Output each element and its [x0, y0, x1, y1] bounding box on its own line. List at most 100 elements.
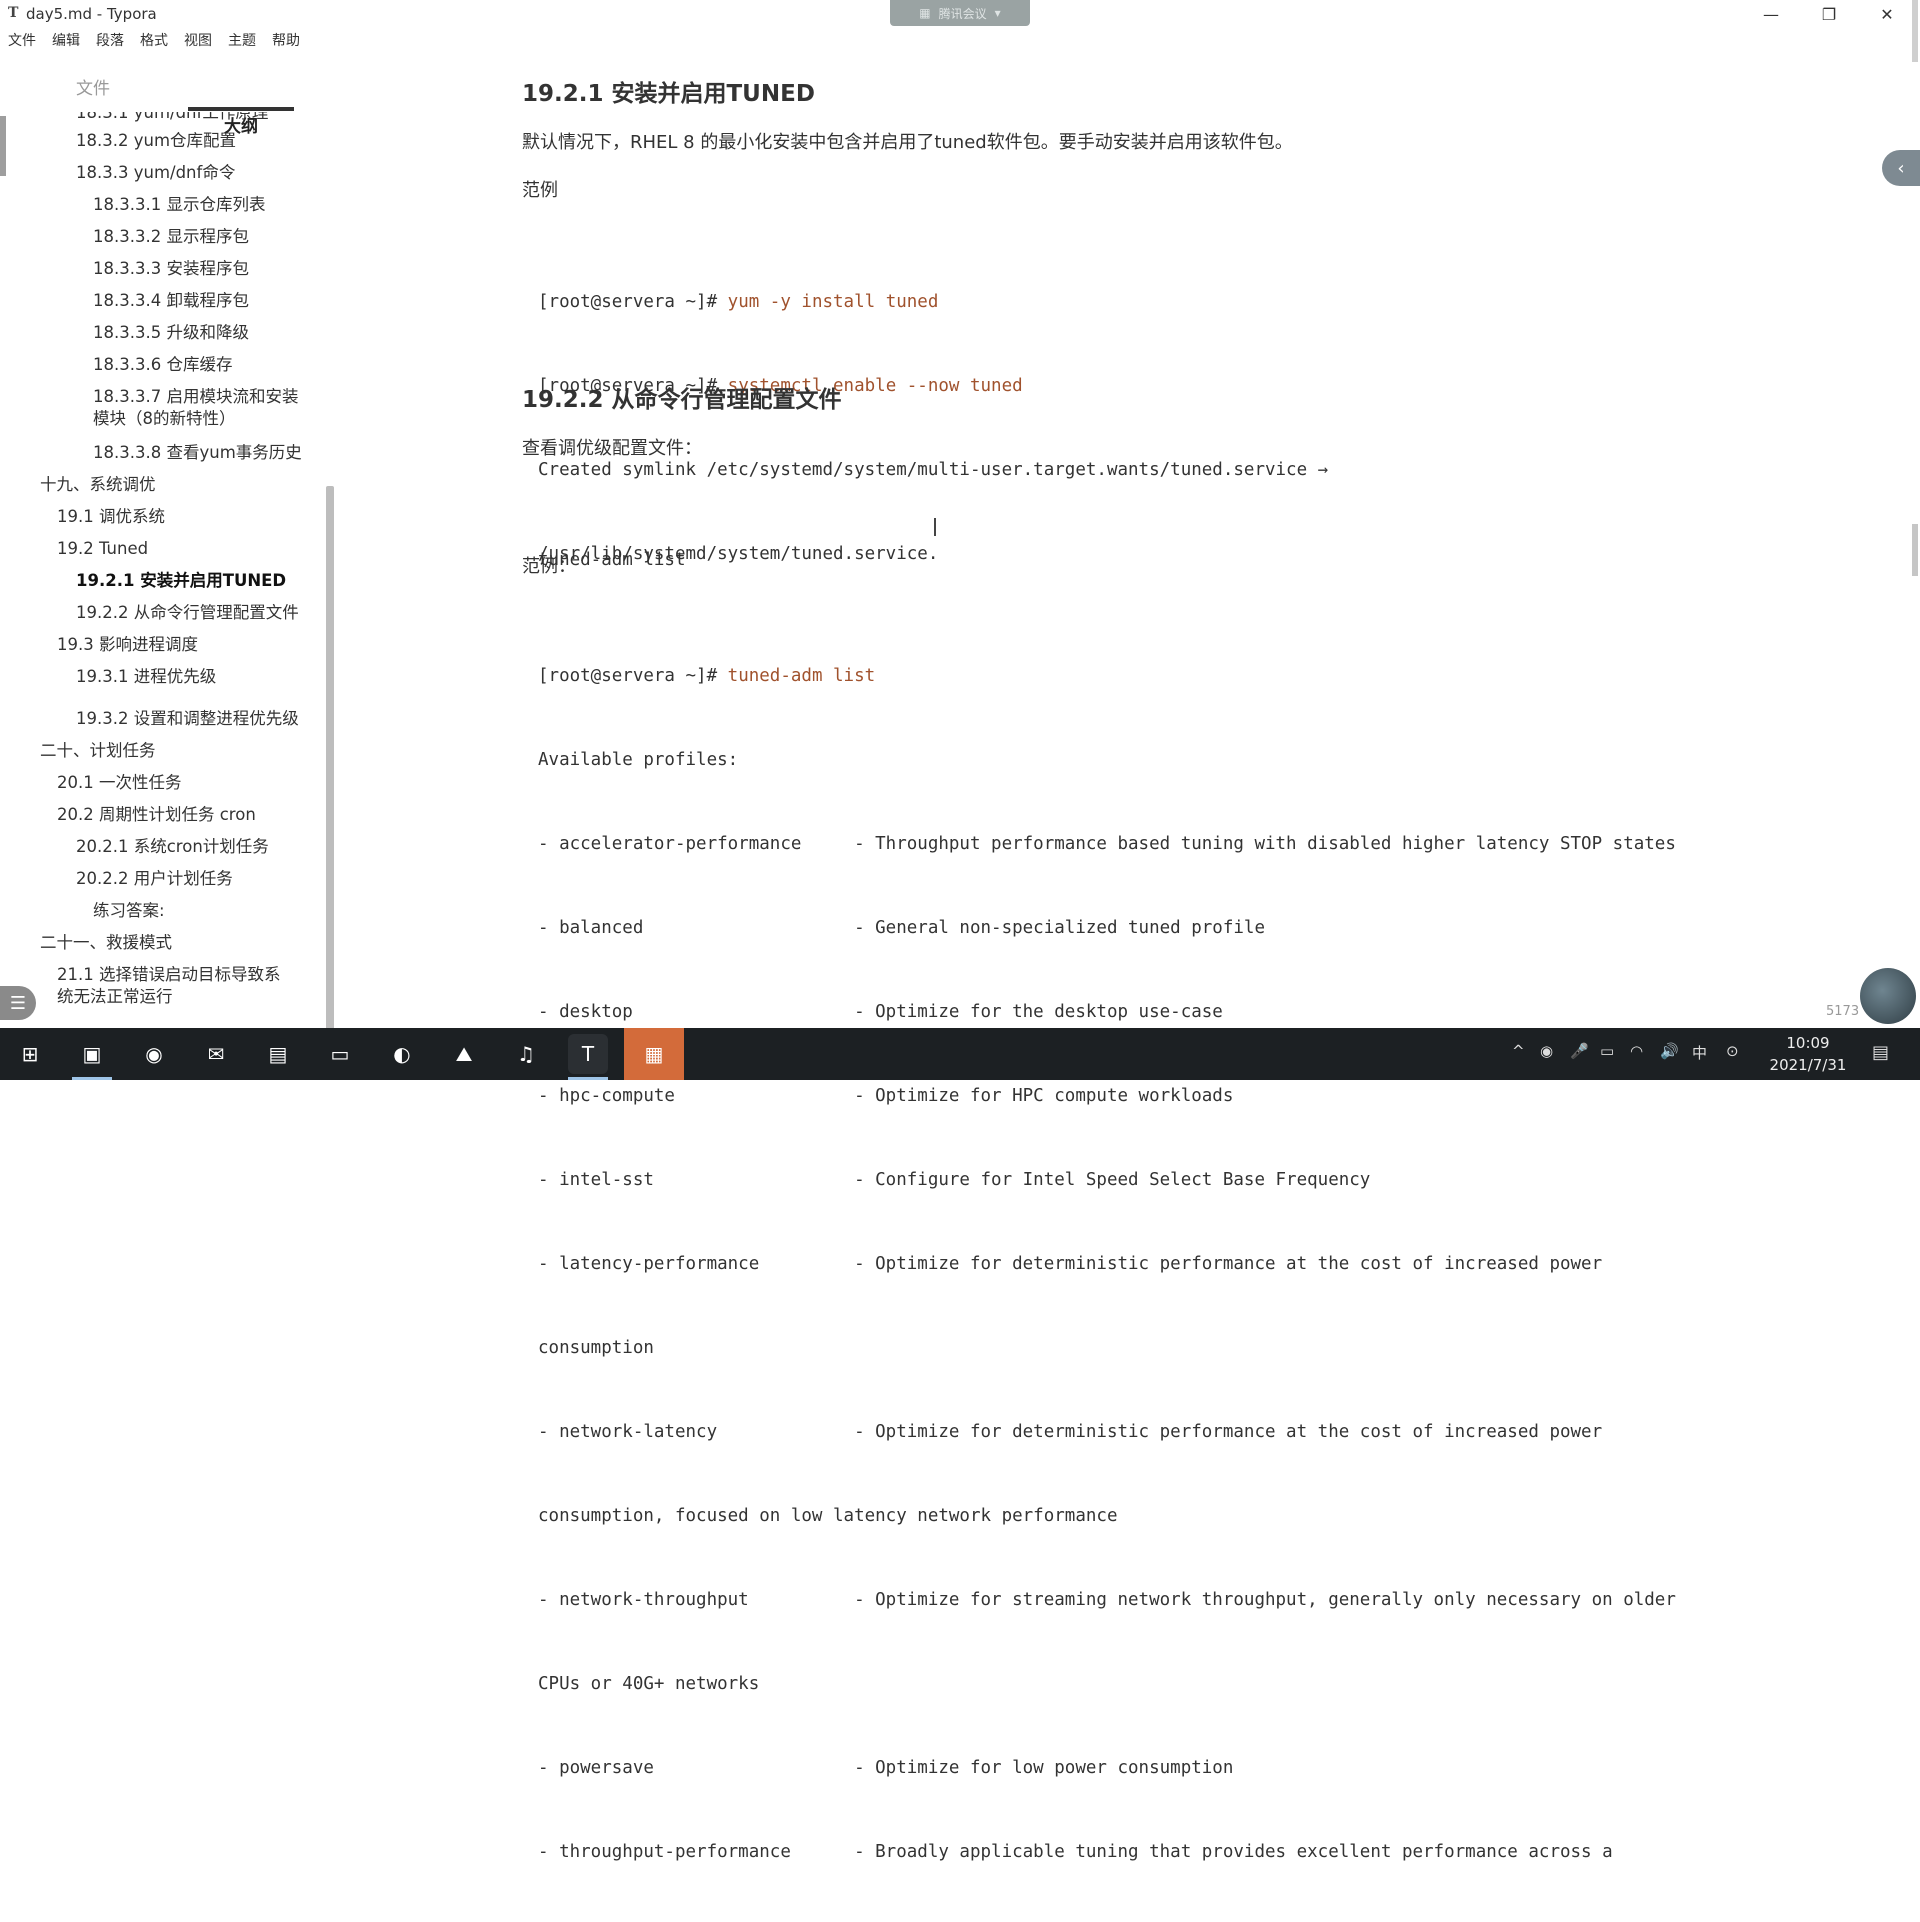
ime-indicator[interactable]: 中: [1692, 1042, 1707, 1063]
outline-item[interactable]: 21.1 选择错误启动目标导致系: [57, 964, 280, 986]
photos-icon[interactable]: ⛰: [444, 1034, 484, 1074]
outline-item-continued[interactable]: 模块（8的新特性）: [93, 408, 236, 430]
search-app-icon[interactable]: ⊙: [1726, 1042, 1739, 1060]
code-line: - balanced - General non-specialized tun…: [538, 918, 1265, 938]
code-line: - throughput-performance - Broadly appli…: [538, 1842, 1613, 1862]
paragraph-intro: 默认情况下，RHEL 8 的最小化安装中包含并启用了tuned软件包。要手动安装…: [522, 132, 1293, 153]
outline-item[interactable]: 18.3.3.4 卸载程序包: [93, 290, 249, 312]
outline-item[interactable]: 练习答案:: [93, 900, 165, 922]
editor-scrollbar-top[interactable]: [1912, 0, 1918, 62]
code-line: - latency-performance - Optimize for det…: [538, 1254, 1603, 1274]
menu-bar: 文件 编辑 段落 格式 视图 主题 帮助: [0, 30, 308, 52]
virtualbox-icon[interactable]: ▤: [258, 1034, 298, 1074]
chevron-left-icon[interactable]: ‹: [1882, 150, 1920, 186]
paragraph-view-profiles: 查看调优级配置文件：: [522, 438, 702, 459]
code-line: Created symlink /etc/systemd/system/mult…: [538, 460, 1329, 480]
taskbar: ⊞ ▣ ◉ ✉ ▤ ▭ ◐ ⛰ ♫ T ▦ ^ ◉ 🎤 ▭ ◠ 🔊 中 ⊙ 10…: [0, 1028, 1920, 1080]
tab-outline-indicator: [188, 107, 294, 111]
avatar: [1860, 968, 1916, 1024]
clock-date: 2021/7/31: [1769, 1056, 1847, 1074]
code-line: - hpc-compute - Optimize for HPC compute…: [538, 1086, 1234, 1106]
wechat-icon[interactable]: ✉: [196, 1034, 236, 1074]
minimize-icon: —: [1763, 4, 1779, 24]
outline-item[interactable]: 19.3 影响进程调度: [57, 634, 198, 656]
xshell-icon[interactable]: ◐: [382, 1034, 422, 1074]
volume-icon[interactable]: 🔊: [1660, 1042, 1679, 1060]
code-line: consumption: [538, 1338, 654, 1358]
outline-item[interactable]: 二十、计划任务: [40, 740, 156, 762]
outline-toggle-icon[interactable]: ☰: [0, 986, 36, 1020]
outline-item[interactable]: 19.2 Tuned: [57, 538, 148, 560]
code-block-profiles[interactable]: [root@servera ~]# tuned-adm list Availab…: [538, 606, 1676, 1922]
outline-item[interactable]: 19.1 调优系统: [57, 506, 165, 528]
menu-help[interactable]: 帮助: [264, 30, 308, 52]
outline-item[interactable]: 18.3.3.7 启用模块流和安装: [93, 386, 298, 408]
browser-icon[interactable]: ◉: [134, 1034, 174, 1074]
outline-list: 18.3.1 yum/dnf工作原理 18.3.2 yum仓库配置 18.3.3…: [0, 112, 318, 1028]
outline-item[interactable]: 19.2.2 从命令行管理配置文件: [76, 602, 299, 624]
outline-item[interactable]: 18.3.3.3 安装程序包: [93, 258, 249, 280]
windows-start-icon[interactable]: ⊞: [10, 1034, 50, 1074]
menu-view[interactable]: 视图: [176, 30, 220, 52]
meeting-pill[interactable]: ▦ 腾讯会议 ▾: [890, 0, 1030, 26]
outline-item[interactable]: 18.3.3.5 升级和降级: [93, 322, 249, 344]
window-title: day5.md - Typora: [26, 5, 157, 23]
paragraph-example-label: 范例: [522, 180, 558, 201]
outline-item[interactable]: 19.3.1 进程优先级: [76, 666, 216, 688]
typora-icon: T: [8, 5, 19, 21]
wifi-icon[interactable]: ◠: [1630, 1042, 1643, 1060]
code-line: - accelerator-performance - Throughput p…: [538, 834, 1676, 854]
outline-item[interactable]: 20.2.2 用户计划任务: [76, 868, 233, 890]
photo-app-icon[interactable]: ▣: [72, 1034, 112, 1074]
code-line: - intel-sst - Configure for Intel Speed …: [538, 1170, 1371, 1190]
tray-chevron-icon[interactable]: ^: [1512, 1042, 1525, 1060]
outline-item[interactable]: 20.2.1 系统cron计划任务: [76, 836, 269, 858]
editor-scrollbar-thumb[interactable]: [1912, 524, 1918, 576]
notification-icon[interactable]: ▤: [1872, 1042, 1889, 1063]
word-count[interactable]: 5173: [1826, 1004, 1859, 1019]
outline-item[interactable]: 18.3.1 yum/dnf工作原理: [76, 112, 268, 124]
restore-button[interactable]: ❐: [1800, 0, 1858, 28]
outline-item[interactable]: 二十一、救援模式: [40, 932, 172, 954]
editor[interactable]: 19.2.1 安装并启用TUNED 默认情况下，RHEL 8 的最小化安装中包含…: [338, 56, 1920, 1862]
outline-item[interactable]: 20.1 一次性任务: [57, 772, 181, 794]
close-button[interactable]: ✕: [1858, 0, 1916, 28]
menu-paragraph[interactable]: 段落: [88, 30, 132, 52]
code-line: - network-latency - Optimize for determi…: [538, 1422, 1603, 1442]
outline-item[interactable]: 18.3.2 yum仓库配置: [76, 130, 236, 152]
outline-item[interactable]: 18.3.3 yum/dnf命令: [76, 162, 235, 184]
taskbar-clock[interactable]: 10:09 2021/7/31: [1760, 1032, 1856, 1076]
code-line: [root@servera ~]# yum -y install tuned: [538, 292, 939, 312]
heading-19-2-1: 19.2.1 安装并启用TUNED: [522, 81, 815, 107]
outline-item[interactable]: 19.3.2 设置和调整进程优先级: [76, 708, 299, 730]
outline-item[interactable]: 18.3.3.8 查看yum事务历史: [93, 442, 302, 464]
tab-files[interactable]: 文件: [76, 74, 110, 99]
netease-music-icon[interactable]: ♫: [506, 1034, 546, 1074]
sidebar-scrollbar[interactable]: [326, 486, 334, 1046]
clock-time: 10:09: [1786, 1034, 1830, 1052]
outline-item[interactable]: 18.3.3.1 显示仓库列表: [93, 194, 265, 216]
title-bar: T day5.md - Typora ▦ 腾讯会议 ▾ — ❐ ✕: [0, 0, 1920, 28]
menu-edit[interactable]: 编辑: [44, 30, 88, 52]
menu-file[interactable]: 文件: [0, 30, 44, 52]
typora-icon[interactable]: T: [568, 1034, 608, 1074]
menu-format[interactable]: 格式: [132, 30, 176, 52]
close-icon: ✕: [1880, 4, 1894, 24]
heading-19-2-2: 19.2.2 从命令行管理配置文件: [522, 387, 842, 413]
outline-item[interactable]: 20.2 周期性计划任务 cron: [57, 804, 256, 826]
battery-icon[interactable]: ▭: [1600, 1042, 1614, 1060]
outline-item[interactable]: 十九、系统调优: [40, 474, 156, 496]
outline-item[interactable]: 18.3.3.2 显示程序包: [93, 226, 249, 248]
code-line: CPUs or 40G+ networks: [538, 1674, 760, 1694]
code-line: consumption, focused on low latency netw…: [538, 1506, 1118, 1526]
outline-item-active[interactable]: 19.2.1 安装并启用TUNED: [76, 570, 286, 592]
file-explorer-icon[interactable]: ▭: [320, 1034, 360, 1074]
tray-app-icon[interactable]: ◉: [1540, 1042, 1553, 1060]
microphone-icon[interactable]: 🎤: [1570, 1042, 1589, 1060]
sidebar: 文件 大纲 18.3.1 yum/dnf工作原理 18.3.2 yum仓库配置 …: [0, 56, 416, 1077]
outline-item-continued[interactable]: 统无法正常运行: [57, 986, 173, 1008]
menu-theme[interactable]: 主题: [220, 30, 264, 52]
outline-item[interactable]: 18.3.3.6 仓库缓存: [93, 354, 232, 376]
remote-desktop-icon[interactable]: ▦: [624, 1028, 684, 1080]
minimize-button[interactable]: —: [1742, 0, 1800, 28]
